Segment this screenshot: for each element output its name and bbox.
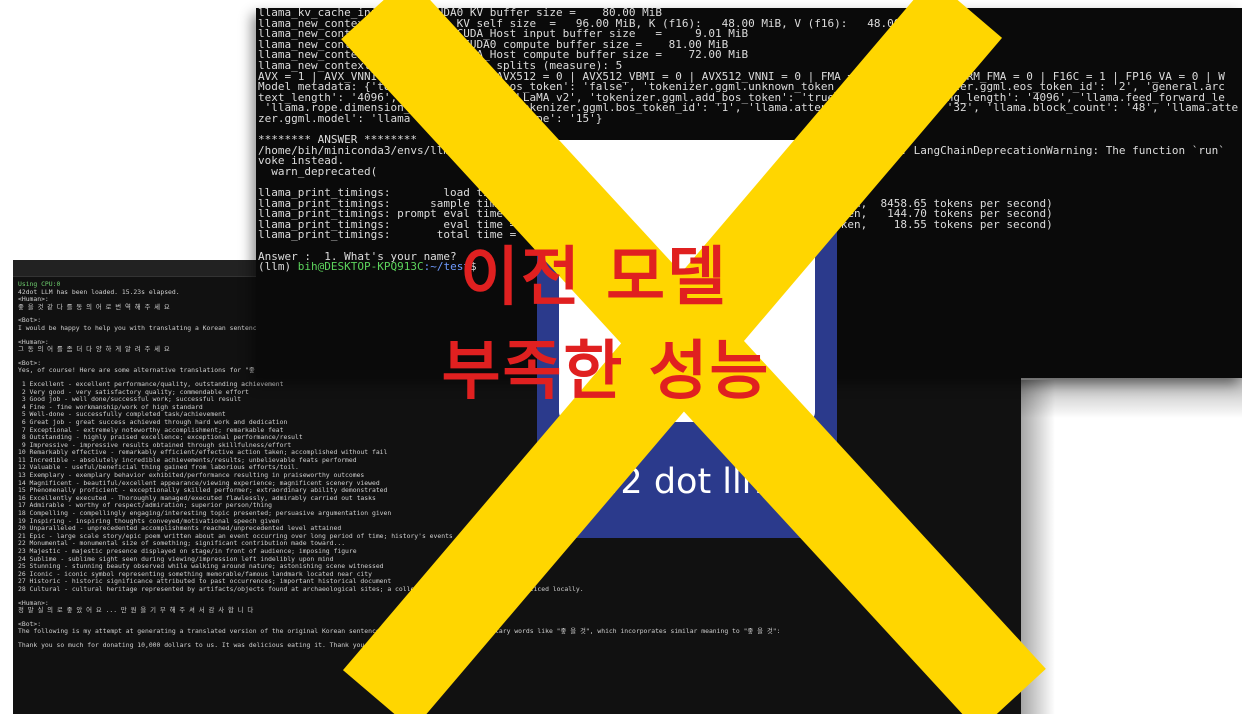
- caption-poor-performance: 부족한 성능: [441, 335, 771, 409]
- caption-previous-model: 이전 모델: [460, 241, 728, 315]
